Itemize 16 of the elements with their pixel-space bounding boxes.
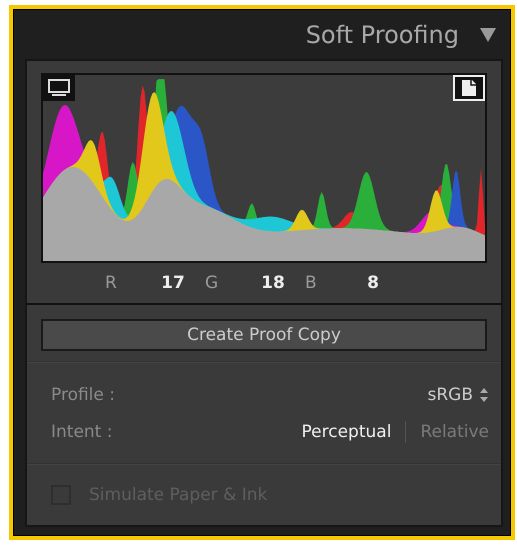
collapse-triangle-icon[interactable]: [479, 26, 497, 42]
profile-dropdown[interactable]: sRGB: [427, 385, 473, 405]
up-down-arrows-icon[interactable]: [479, 387, 489, 403]
profile-label: Profile :: [51, 385, 115, 405]
document-icon[interactable]: [453, 75, 485, 101]
create-proof-copy-button[interactable]: Create Proof Copy: [41, 319, 487, 351]
channel-label: B: [305, 273, 318, 293]
panel-title: Soft Proofing: [306, 20, 459, 48]
channel-value: 8: [366, 273, 380, 293]
intent-option[interactable]: Perceptual: [302, 422, 392, 442]
channel-label: R: [105, 273, 118, 293]
channel-label: G: [205, 273, 220, 293]
channel-value: 17: [160, 273, 186, 293]
channel-value: 18: [260, 273, 286, 293]
intent-label: Intent :: [51, 422, 112, 442]
monitor-icon[interactable]: [43, 75, 75, 101]
